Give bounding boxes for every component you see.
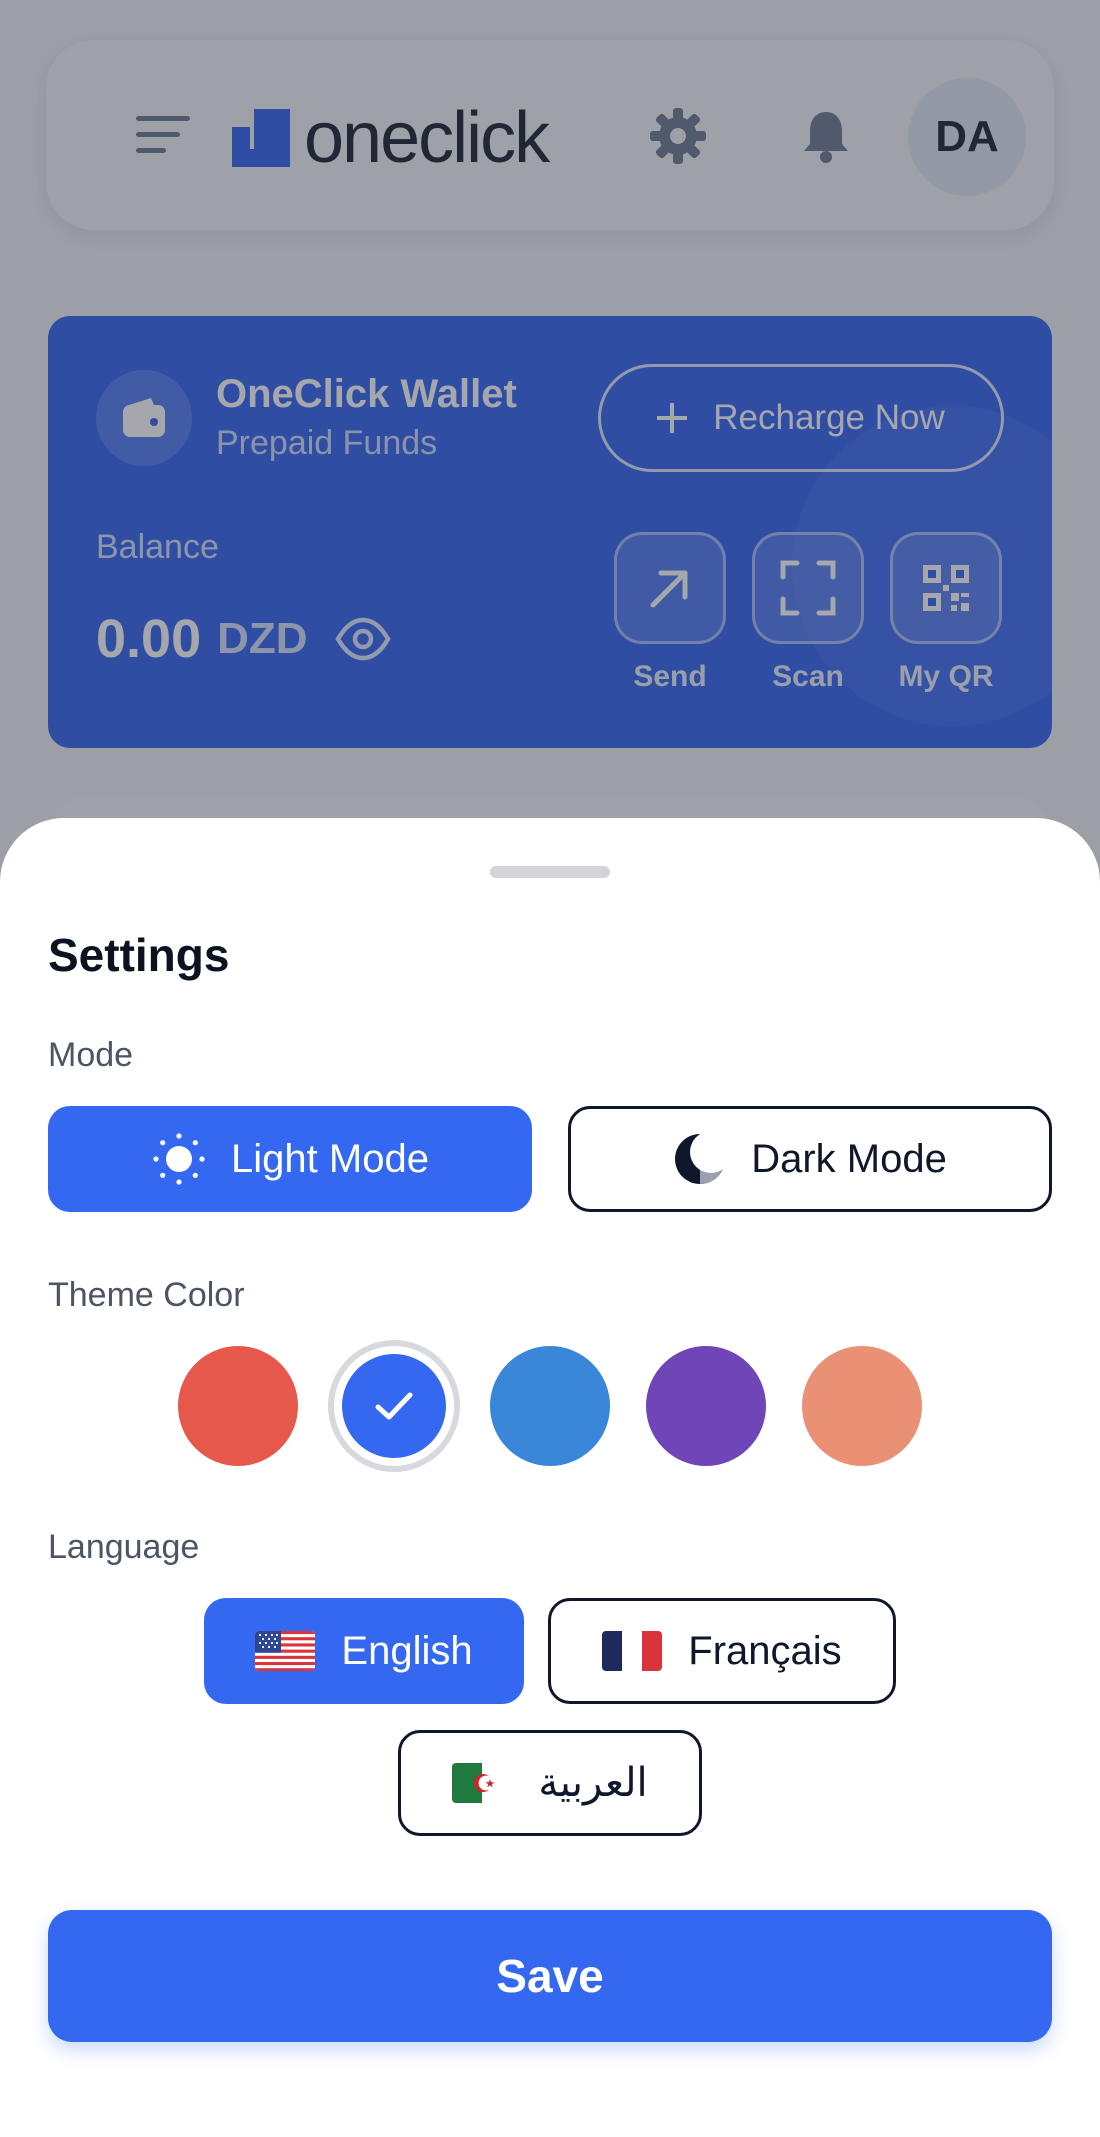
dz-flag-icon [452,1763,513,1803]
dark-mode-button[interactable]: Dark Mode [568,1106,1052,1212]
theme-swatch-red[interactable] [178,1346,298,1466]
sun-icon [153,1133,205,1185]
light-mode-label: Light Mode [231,1136,429,1181]
light-mode-button[interactable]: Light Mode [48,1106,532,1212]
language-arabic-button[interactable]: العربية [398,1730,702,1836]
us-flag-icon [255,1631,316,1671]
theme-swatch-blue [342,1354,446,1458]
theme-color-label: Theme Color [48,1276,245,1314]
mode-label: Mode [48,1036,134,1074]
check-icon [375,1392,413,1420]
settings-sheet: Settings Mode Light Mode Dark Mode Theme… [0,818,1100,2137]
language-arabic-label: العربية [538,1761,648,1805]
language-french-label: Français [688,1628,842,1673]
theme-swatch-sky-blue[interactable] [490,1346,610,1466]
drag-handle[interactable] [490,866,610,878]
theme-swatch-blue-selected[interactable] [328,1340,460,1472]
moon-icon [675,1132,728,1184]
language-english-label: English [341,1628,473,1673]
language-french-button[interactable]: Français [548,1598,896,1704]
theme-swatch-purple[interactable] [646,1346,766,1466]
language-label: Language [48,1528,200,1566]
theme-swatch-peach[interactable] [802,1346,922,1466]
language-english-button[interactable]: English [204,1598,524,1704]
save-button[interactable]: Save [48,1910,1052,2042]
settings-title: Settings [48,929,230,981]
fr-flag-icon [602,1631,663,1671]
dark-mode-label: Dark Mode [751,1136,947,1181]
